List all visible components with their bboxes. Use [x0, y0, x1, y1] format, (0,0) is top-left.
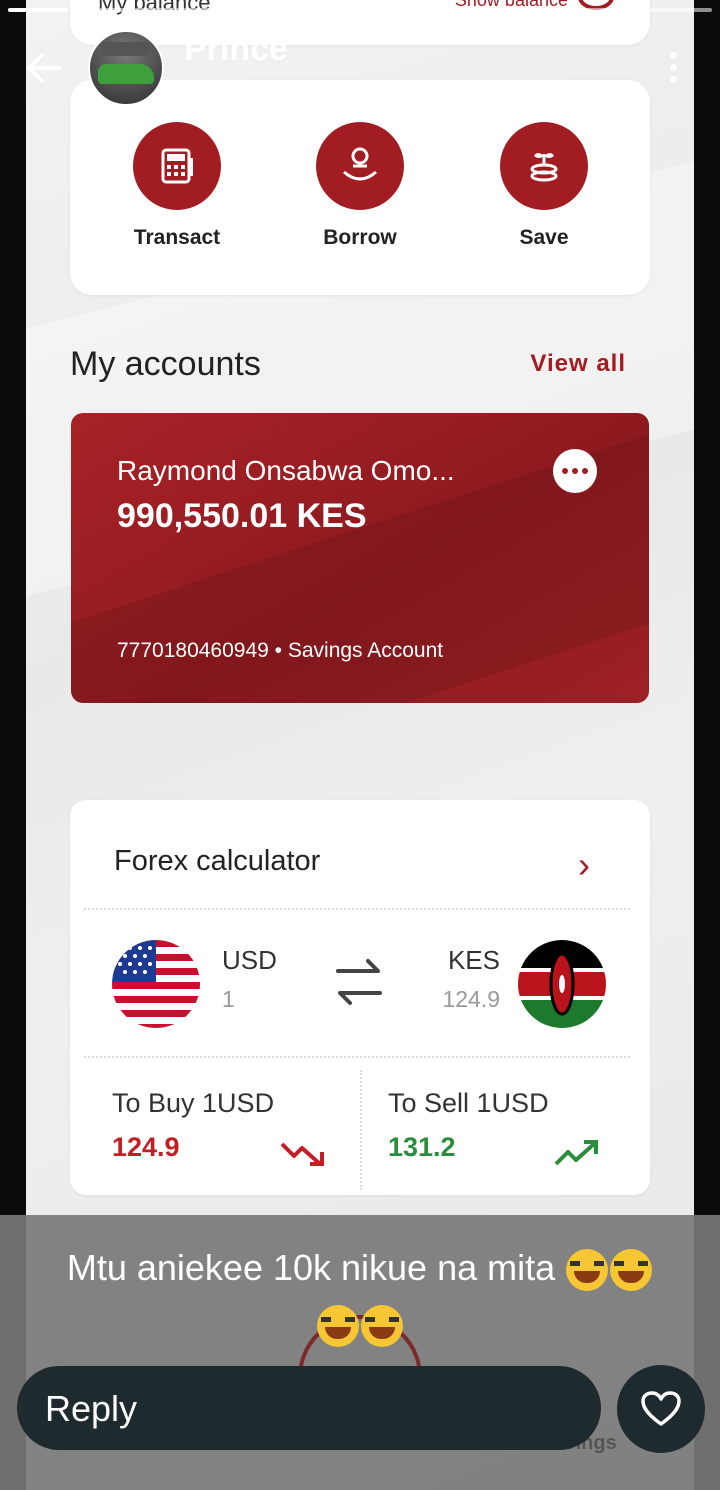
account-details: 7770180460949 • Savings Account	[117, 639, 444, 662]
forex-calculator-card: Forex calculator › USD 1 KES 124.9 To Bu…	[70, 800, 650, 1195]
save-button[interactable]: Save	[469, 122, 619, 250]
story-viewer: My balance Show balance Transact Borrow	[0, 0, 720, 1490]
view-all-link[interactable]: View all	[530, 350, 626, 378]
from-currency[interactable]: USD	[222, 945, 277, 976]
balance-card: My balance Show balance	[70, 0, 650, 45]
divider	[84, 1056, 630, 1058]
accounts-heading: My accounts	[70, 345, 261, 383]
to-currency[interactable]: KES	[448, 945, 500, 976]
to-amount: 124.9	[442, 986, 500, 1012]
laughing-emoji-icon	[361, 1305, 403, 1348]
coins-plant-icon	[500, 122, 588, 210]
reply-input[interactable]: Reply	[17, 1366, 601, 1450]
vertical-divider	[360, 1070, 362, 1190]
kenya-flag-icon	[518, 940, 606, 1028]
more-vertical-icon[interactable]	[670, 52, 678, 88]
sell-value: 131.2	[388, 1132, 456, 1162]
transact-label: Transact	[133, 226, 221, 249]
us-flag-icon	[112, 940, 200, 1028]
buy-label: To Buy 1USD	[112, 1088, 275, 1118]
borrow-button[interactable]: Borrow	[285, 122, 435, 250]
forex-title: Forex calculator	[114, 845, 321, 877]
save-label: Save	[519, 226, 569, 249]
story-progress-bars	[8, 8, 712, 12]
laughing-emoji-icon	[610, 1249, 653, 1292]
heart-icon	[641, 1391, 681, 1426]
from-amount[interactable]: 1	[222, 986, 235, 1013]
swap-icon[interactable]	[334, 955, 384, 1014]
hand-person-icon	[316, 122, 404, 210]
transact-button[interactable]: Transact	[102, 122, 252, 250]
laughing-emoji-icon	[317, 1305, 359, 1348]
story-caption: Mtu aniekee 10k nikue na mita	[20, 1240, 700, 1352]
divider	[84, 908, 630, 910]
like-button[interactable]	[617, 1365, 705, 1453]
more-options-icon[interactable]	[553, 449, 597, 493]
back-arrow-icon[interactable]	[24, 48, 64, 93]
caption-text: Mtu aniekee 10k nikue na mita	[66, 1247, 556, 1288]
account-card[interactable]: Raymond Onsabwa Omo... 990,550.01 KES 77…	[71, 413, 649, 703]
trend-down-icon	[280, 1138, 326, 1173]
sell-label: To Sell 1USD	[388, 1088, 549, 1118]
story-user-name[interactable]: Prince	[184, 30, 288, 69]
calculator-icon	[133, 122, 221, 210]
reply-placeholder: Reply	[45, 1388, 138, 1429]
borrow-label: Borrow	[323, 226, 397, 249]
avatar[interactable]	[88, 30, 164, 106]
laughing-emoji-icon	[566, 1249, 609, 1292]
account-holder: Raymond Onsabwa Omo...	[117, 455, 455, 486]
buy-value: 124.9	[112, 1132, 180, 1162]
trend-up-icon	[554, 1138, 600, 1173]
quick-actions-card: Transact Borrow Save	[70, 80, 650, 295]
story-timestamp: Yesterday, 16:42	[184, 78, 384, 108]
account-balance: 990,550.01 KES	[117, 497, 367, 535]
chevron-right-icon[interactable]: ›	[578, 844, 590, 886]
